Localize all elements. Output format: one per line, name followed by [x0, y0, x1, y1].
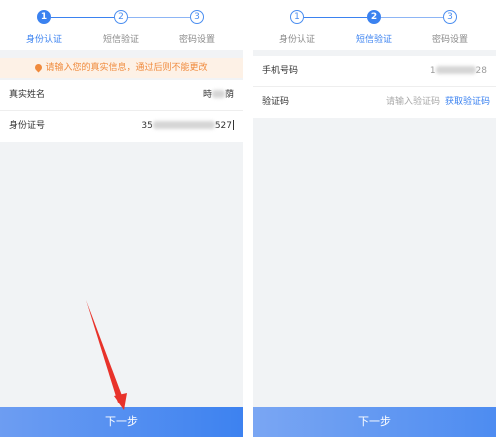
annotation-arrow-icon [86, 300, 127, 410]
